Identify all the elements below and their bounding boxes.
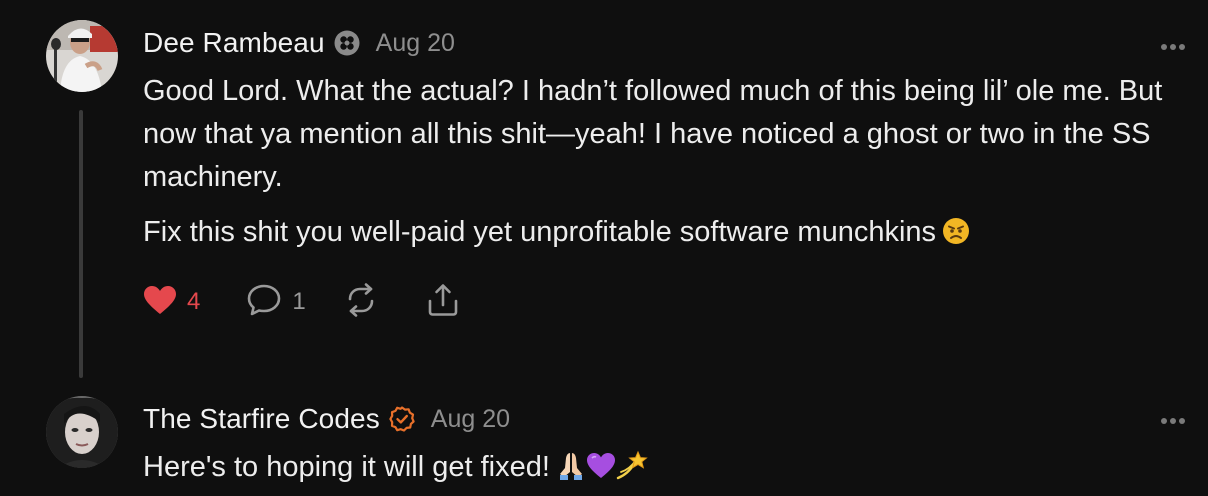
comment-body: Good Lord. What the actual? I hadn’t fol…	[143, 70, 1188, 258]
comment-icon	[246, 283, 282, 322]
comment-header: Dee Rambeau Aug 20	[143, 25, 455, 61]
reply-count: 1	[292, 288, 306, 315]
comment-body: Here's to hoping it will get fixed!	[143, 446, 1188, 493]
share-button[interactable]	[426, 283, 460, 322]
clover-badge-icon	[334, 30, 360, 56]
avatar[interactable]	[46, 20, 118, 92]
heart-icon	[143, 285, 177, 320]
avatar[interactable]	[46, 396, 118, 468]
thread-line	[79, 110, 83, 378]
purple-heart-emoji	[586, 450, 616, 493]
comment-paragraph: Good Lord. What the actual? I hadn’t fol…	[143, 75, 1163, 193]
verified-check-icon	[389, 406, 415, 432]
restack-icon	[344, 282, 378, 322]
author-name[interactable]: The Starfire Codes	[143, 403, 380, 435]
comment-paragraph: Fix this shit you well-paid yet unprofit…	[143, 216, 937, 248]
comment-paragraph-line: Fix this shit you well-paid yet unprofit…	[143, 211, 1188, 258]
restack-button[interactable]	[344, 282, 378, 322]
like-button[interactable]: 4	[143, 285, 200, 320]
comment-actions: 4 1	[143, 282, 460, 322]
angry-face-emoji	[942, 215, 970, 258]
dizzy-star-emoji	[616, 450, 648, 493]
like-count: 4	[187, 288, 201, 315]
author-name[interactable]: Dee Rambeau	[143, 27, 325, 59]
comment-header: The Starfire Codes Aug 20	[143, 401, 510, 437]
reply-button[interactable]: 1	[246, 283, 306, 322]
comment-date: Aug 20	[375, 28, 455, 57]
comment-date: Aug 20	[430, 404, 511, 433]
more-icon[interactable]	[1160, 38, 1186, 50]
comment-paragraph: Here's to hoping it will get fixed!	[143, 451, 550, 483]
more-icon[interactable]	[1160, 412, 1186, 424]
praying-hands-emoji	[556, 450, 586, 493]
share-icon	[426, 283, 460, 322]
